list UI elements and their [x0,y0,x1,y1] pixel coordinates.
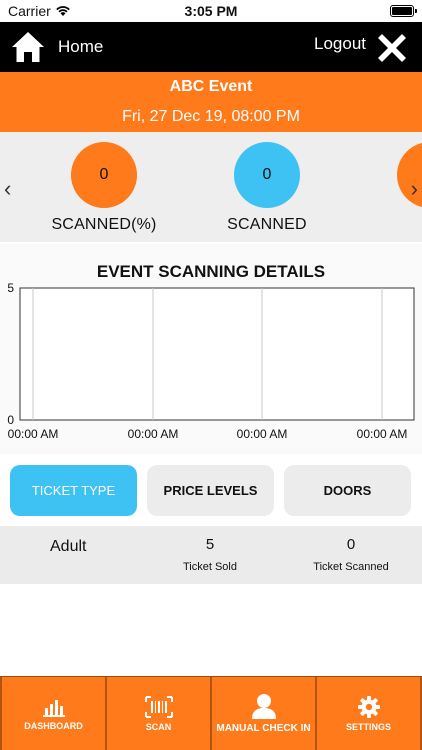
scan-button[interactable]: SCAN [105,677,210,750]
ticket-scanned-value: 0 [346,536,356,553]
ticket-type-name: Adult [50,538,87,555]
person-icon [251,694,276,719]
stat-label: SCANNED [227,216,307,233]
table-row: Adult 5 Ticket Sold 0 Ticket Scanned [0,526,422,584]
x-tick-label: 00:00 AM [8,427,59,441]
ticket-sold-cell: 5 Ticket Sold [140,536,280,573]
settings-button[interactable]: SETTINGS [315,677,422,750]
stats-carousel[interactable]: ‹ 0 SCANNED(%) 0 SCANNED S › [0,132,422,242]
chevron-right-icon[interactable]: › [411,176,418,202]
ticket-sold-label: Ticket Sold [182,561,237,573]
battery-icon [390,5,417,17]
stat-circle [397,142,422,208]
bar-chart-icon [42,699,65,717]
barcode-icon [144,695,173,718]
nav-bar: Home Logout [0,22,422,72]
tab-bar: TICKET TYPE PRICE LEVELS DOORS [0,462,422,522]
y-tick-label: 0 [7,413,14,427]
tab-ticket-type[interactable]: TICKET TYPE [10,465,137,516]
home-label: Home [58,37,104,56]
event-header: ABC Event Fri, 27 Dec 19, 08:00 PM [0,72,422,132]
manual-check-in-button[interactable]: MANUAL CHECK IN [210,677,315,750]
chevron-left-icon[interactable]: ‹ [4,176,11,202]
stat-label: SCANNED(%) [51,216,157,233]
home-icon [12,32,44,62]
status-bar: Carrier 3:05 PM [0,0,422,22]
settings-label: SETTINGS [345,721,391,732]
dashboard-label: DASHBOARD [24,720,83,731]
x-tick-label: 00:00 AM [237,427,288,441]
scan-label: SCAN [145,721,172,732]
plot-area [19,287,415,421]
tab-price-levels[interactable]: PRICE LEVELS [147,465,274,516]
home-button[interactable]: Home [10,30,103,64]
stat-scanned: 0 SCANNED [197,142,337,234]
close-icon [378,34,406,62]
stat-circle: 0 [234,142,300,208]
stat-scanned-percent: 0 SCANNED(%) [34,142,174,234]
scanning-chart: 00:00 AM 00:00 AM 00:00 AM 00:00 AM 5 0 [7,281,415,441]
clock: 3:05 PM [184,3,238,19]
y-tick-label: 5 [7,281,14,295]
logout-label: Logout [314,34,366,53]
chart-title: EVENT SCANNING DETAILS [96,262,326,281]
tab-doors[interactable]: DOORS [284,465,411,516]
gear-icon [357,695,380,718]
bottom-nav: DASHBOARD SCAN MANUAL CHECK IN SETTINGS [0,676,422,750]
stat-label: S [360,216,422,234]
x-tick-label: 00:00 AM [357,427,408,441]
ticket-scanned-cell: 0 Ticket Scanned [281,536,421,573]
manual-check-in-label: MANUAL CHECK IN [216,723,311,734]
dashboard-button[interactable]: DASHBOARD [0,677,105,750]
ticket-scanned-label: Ticket Scanned [313,561,389,573]
event-date: Fri, 27 Dec 19, 08:00 PM [122,108,300,125]
ticket-sold-value: 5 [205,536,215,553]
chart-section: EVENT SCANNING DETAILS 00:00 AM 00:00 AM 0… [0,244,422,454]
logout-button[interactable]: Logout [314,28,412,68]
stat-circle: 0 [71,142,137,208]
x-tick-label: 00:00 AM [128,427,179,441]
event-title: ABC Event [169,78,253,95]
